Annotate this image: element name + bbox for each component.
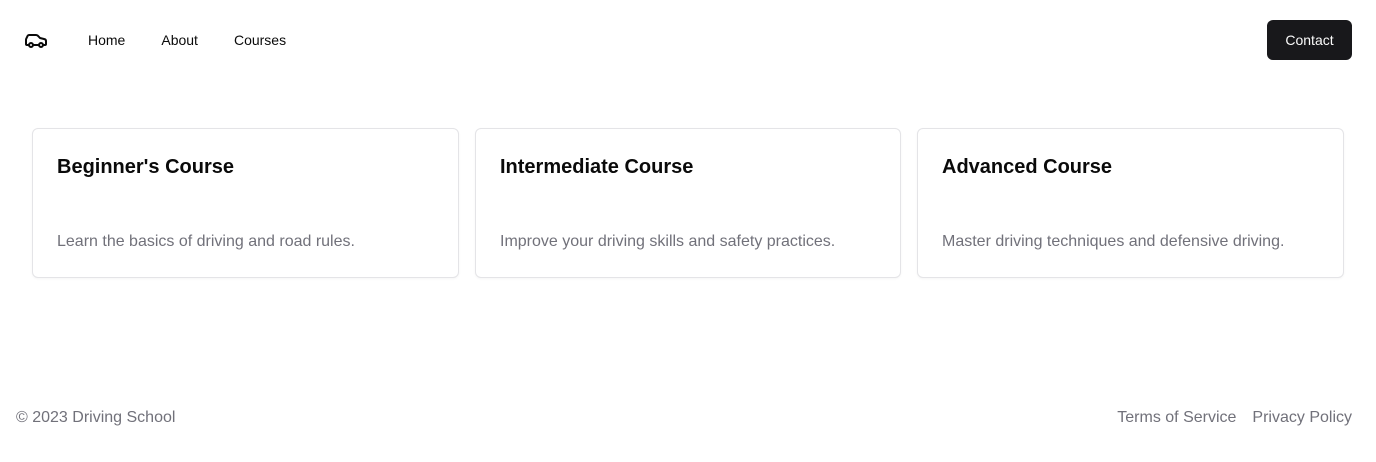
nav-courses-link[interactable]: Courses — [234, 30, 286, 50]
course-card-advanced: Advanced Course Master driving technique… — [917, 128, 1344, 278]
course-title: Intermediate Course — [500, 156, 694, 178]
course-description: Improve your driving skills and safety p… — [500, 233, 836, 250]
course-title: Beginner's Course — [57, 156, 235, 178]
nav-about-link[interactable]: About — [161, 30, 198, 50]
nav-home-link[interactable]: Home — [88, 30, 125, 50]
course-title: Advanced Course — [942, 156, 1113, 178]
footer-links: Terms of Service Privacy Policy — [1117, 408, 1352, 428]
copyright-text: © 2023 Driving School — [16, 409, 176, 426]
site-footer: © 2023 Driving School Terms of Service P… — [0, 398, 1376, 438]
course-description: Learn the basics of driving and road rul… — [57, 233, 355, 250]
terms-of-service-link[interactable]: Terms of Service — [1117, 408, 1236, 428]
car-icon[interactable] — [24, 30, 48, 50]
site-header: Home About Courses Contact — [0, 0, 1376, 80]
contact-button[interactable]: Contact — [1267, 20, 1352, 60]
course-cards: Beginner's Course Learn the basics of dr… — [32, 128, 1344, 278]
course-card-beginner: Beginner's Course Learn the basics of dr… — [32, 128, 459, 278]
course-description: Master driving techniques and defensive … — [942, 233, 1285, 250]
course-card-intermediate: Intermediate Course Improve your driving… — [475, 128, 901, 278]
main-nav: Home About Courses — [88, 30, 286, 50]
privacy-policy-link[interactable]: Privacy Policy — [1252, 408, 1352, 428]
